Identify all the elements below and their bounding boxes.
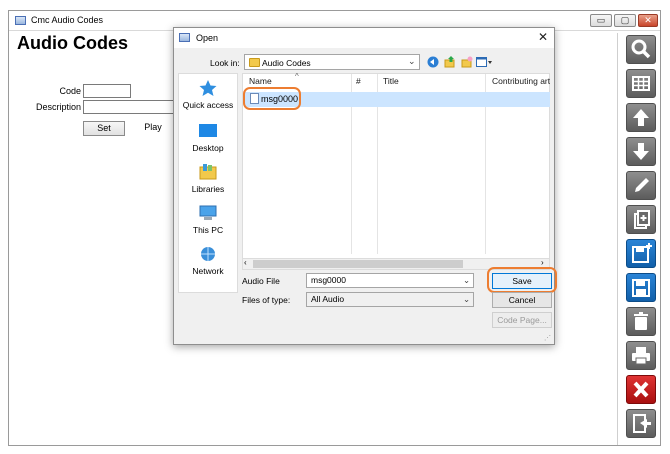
dialog-title: Open <box>196 33 219 43</box>
resize-grip-icon[interactable]: ⋰ <box>544 334 551 342</box>
copy-icon[interactable] <box>626 205 656 234</box>
places-bar: Quick access Desktop Libraries This PC N… <box>178 73 238 293</box>
place-this-pc[interactable]: This PC <box>179 205 237 237</box>
save-highlight-callout <box>487 267 557 293</box>
new-record-icon[interactable] <box>626 239 656 268</box>
set-button[interactable]: Set <box>83 121 125 136</box>
arrow-up-icon[interactable] <box>626 103 656 132</box>
page-title: Audio Codes <box>17 33 128 53</box>
close-icon[interactable] <box>626 375 656 404</box>
dialog-app-icon <box>179 33 190 42</box>
folder-icon <box>249 58 260 67</box>
description-input[interactable] <box>83 100 175 114</box>
column-header-contributing-artists[interactable]: Contributing art <box>492 76 550 90</box>
dialog-titlebar: Open ✕ <box>174 28 554 48</box>
code-page-button[interactable]: Code Page... <box>492 312 552 328</box>
print-icon[interactable] <box>626 341 656 370</box>
app-icon <box>15 16 26 25</box>
column-header-title[interactable]: Title <box>383 76 399 90</box>
minimize-button[interactable]: ▭ <box>590 14 612 27</box>
audio-file-label: Audio File <box>242 276 280 286</box>
place-desktop[interactable]: Desktop <box>179 123 237 155</box>
window-title: Cmc Audio Codes <box>31 15 104 25</box>
cancel-button[interactable]: Cancel <box>492 292 552 308</box>
edit-icon[interactable] <box>626 171 656 200</box>
place-label: Quick access <box>182 100 234 110</box>
view-menu-icon[interactable] <box>476 56 492 68</box>
network-icon <box>198 246 218 262</box>
place-label: Libraries <box>191 184 225 194</box>
place-label: This PC <box>192 225 224 235</box>
description-label: Description <box>35 102 81 112</box>
code-label: Code <box>59 86 81 96</box>
arrow-down-icon[interactable] <box>626 137 656 166</box>
look-in-value: Audio Codes <box>262 58 311 68</box>
back-icon[interactable] <box>427 56 439 68</box>
chevron-down-icon: ⌄ <box>408 56 416 66</box>
delete-icon[interactable] <box>626 307 656 336</box>
look-in-label: Look in: <box>210 58 240 68</box>
scroll-right-icon[interactable]: › <box>541 258 544 267</box>
files-of-type-label: Files of type: <box>242 295 291 305</box>
place-label: Network <box>192 266 224 276</box>
desktop-icon <box>198 123 218 139</box>
scroll-left-icon[interactable]: ‹ <box>244 258 247 267</box>
computer-icon <box>198 205 218 221</box>
place-label: Desktop <box>192 143 224 153</box>
chevron-down-icon: ⌄ <box>463 294 471 304</box>
grid-icon[interactable] <box>626 69 656 98</box>
libraries-icon <box>198 164 218 180</box>
search-icon[interactable] <box>626 35 656 64</box>
save-icon[interactable] <box>626 273 656 302</box>
exit-icon[interactable] <box>626 409 656 438</box>
audio-file-input[interactable]: msg0000 ⌄ <box>306 273 474 288</box>
file-list: ^ Name # Title Contributing art msg0000 <box>242 72 550 268</box>
new-folder-icon[interactable] <box>461 56 473 68</box>
files-of-type-select[interactable]: All Audio ⌄ <box>306 292 474 307</box>
file-highlight-callout <box>243 87 301 110</box>
code-input[interactable] <box>83 84 131 98</box>
right-toolbar <box>617 33 661 445</box>
close-window-button[interactable]: ✕ <box>638 14 658 27</box>
scrollbar-thumb[interactable] <box>253 260 463 268</box>
chevron-down-icon[interactable]: ⌄ <box>463 274 470 287</box>
column-header-number[interactable]: # <box>356 76 361 90</box>
up-folder-icon[interactable] <box>444 56 456 68</box>
play-button[interactable]: Play <box>131 121 175 136</box>
files-of-type-value: All Audio <box>311 294 345 304</box>
open-dialog: Open ✕ Look in: Audio Codes ⌄ Quick acce… <box>173 27 557 345</box>
audio-file-value: msg0000 <box>311 275 346 285</box>
sort-arrow-icon: ^ <box>295 72 299 81</box>
place-network[interactable]: Network <box>179 246 237 278</box>
look-in-dropdown[interactable]: Audio Codes ⌄ <box>244 54 420 70</box>
dialog-close-button[interactable]: ✕ <box>536 30 550 44</box>
place-quick-access[interactable]: Quick access <box>179 80 237 112</box>
place-libraries[interactable]: Libraries <box>179 164 237 196</box>
star-icon <box>198 80 218 96</box>
maximize-button[interactable]: ▢ <box>614 14 636 27</box>
